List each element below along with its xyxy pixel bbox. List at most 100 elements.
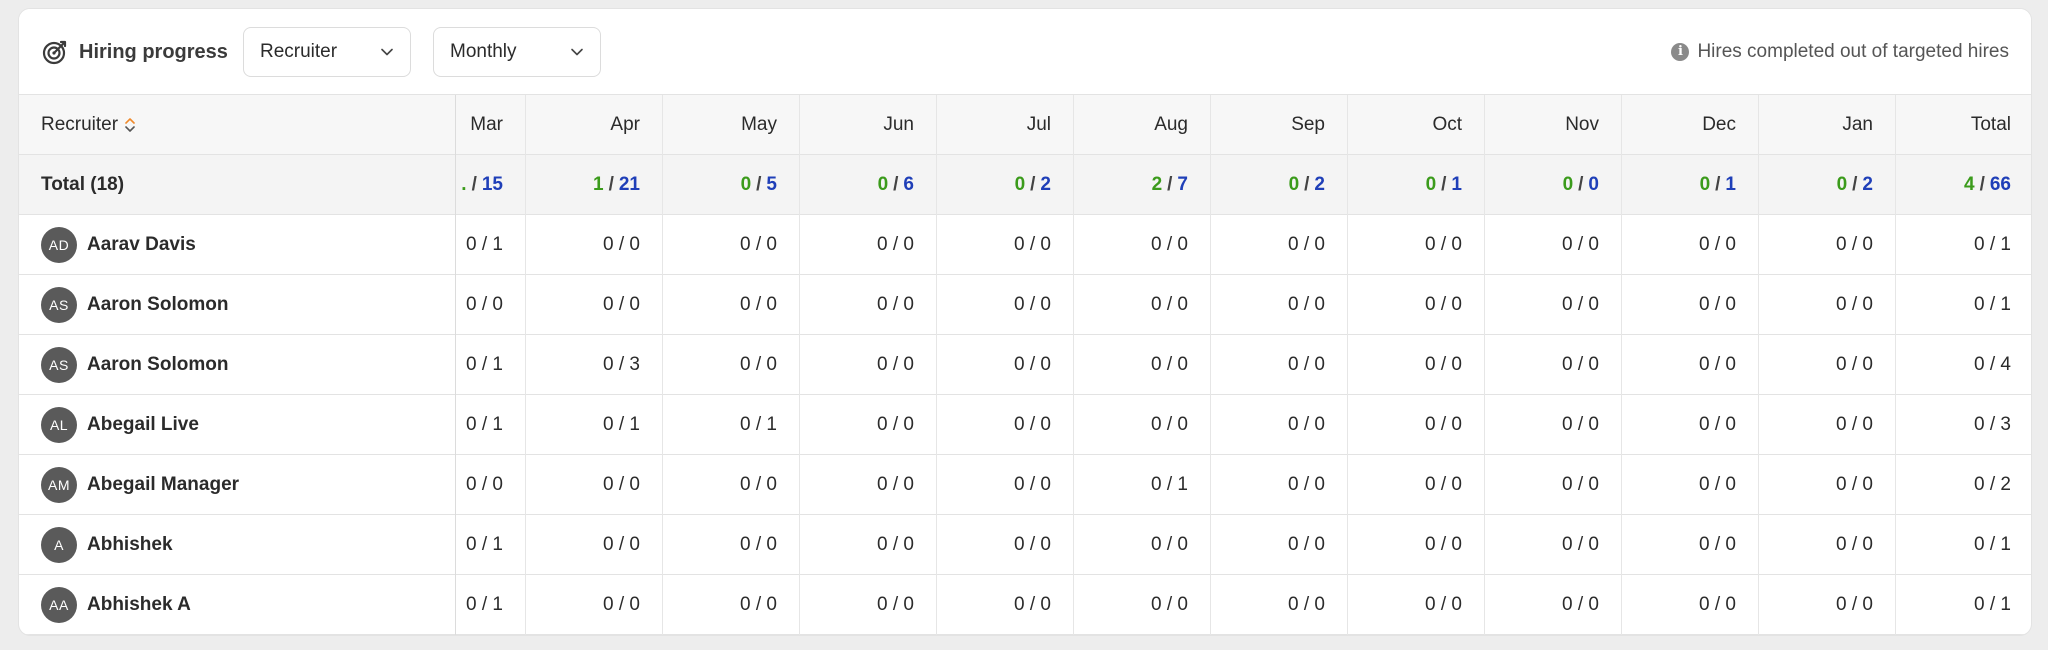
column-header-sep[interactable]: Sep [1211, 95, 1348, 155]
total-cell: 0/1 [1622, 155, 1759, 215]
total-cell: 0/2 [937, 155, 1074, 215]
value-cell: 0 / 0 [1485, 335, 1622, 395]
value-cell: 0 / 0 [800, 455, 937, 515]
period-dropdown[interactable]: Monthly [433, 27, 601, 77]
table-row[interactable]: A Abhishek 0 / 10 / 00 / 00 / 00 / 00 / 00… [19, 515, 2031, 575]
value-cell: 0 / 0 [937, 515, 1074, 575]
separator: / [756, 174, 762, 195]
recruiter-cell: AL Abegail Live [19, 395, 456, 455]
value-cell: 0 / 1 [1974, 594, 2011, 615]
value-cell: 0 / 0 [1211, 395, 1348, 455]
table-row[interactable]: AS Aaron Solomon 0 / 00 / 00 / 00 / 00 / 0… [19, 275, 2031, 335]
value-cell: 0 / 0 [1211, 215, 1348, 275]
table-row[interactable]: AL Abegail Live 0 / 10 / 10 / 10 / 00 / 00… [19, 395, 2031, 455]
table-row[interactable]: AD Aarav Davis 0 / 10 / 00 / 00 / 00 / 00 … [19, 215, 2031, 275]
recruiter: AS Aaron Solomon [41, 287, 228, 323]
widget-title-text: Hiring progress [79, 40, 228, 63]
value-cell: 0 / 0 [1485, 395, 1622, 455]
recruiter-name: Aarav Davis [87, 234, 196, 255]
value-cell: 0 / 0 [1074, 215, 1211, 275]
column-header-label: Mar [470, 114, 503, 135]
value-cell: 0 / 0 [1074, 575, 1211, 635]
value-cell: 0 / 0 [800, 575, 937, 635]
recruiter-cell: AM Abegail Manager [19, 455, 456, 515]
recruiter-column-header[interactable]: Recruiter [19, 95, 456, 155]
sort-icon[interactable] [124, 116, 136, 134]
hires-count: 0 [877, 174, 889, 195]
column-header-jun[interactable]: Jun [800, 95, 937, 155]
table-header-row: Recruiter Mar Apr May Jun Jul Aug Sep Oct Nov Dec… [19, 95, 2031, 155]
value-cell: 0 / 0 [1759, 395, 1896, 455]
value-cell: 0 / 0 [1485, 575, 1622, 635]
recruiter: A Abhishek [41, 527, 173, 563]
separator: / [1304, 174, 1310, 195]
value-cell: 0 / 0 [937, 215, 1074, 275]
column-header-total[interactable]: Total [1896, 95, 2031, 155]
value-cell: 0 / 0 [526, 215, 663, 275]
value-cell: 0 / 1 [1074, 455, 1211, 515]
column-header-aug[interactable]: Aug [1074, 95, 1211, 155]
total-row: Total (18) ./15 1/21 0/5 0/6 0/2 2/7 0/2 0/1 0/0… [19, 155, 2031, 215]
column-header-label: Jan [1842, 114, 1873, 135]
target-count: 21 [618, 174, 640, 195]
total-cell: 0/5 [663, 155, 800, 215]
recruiter-name: Abegail Live [87, 414, 199, 435]
separator: / [1852, 174, 1858, 195]
value-cell: 0 / 0 [526, 275, 663, 335]
value-cell: 0 / 0 [800, 275, 937, 335]
total-cell: 0/0 [1485, 155, 1622, 215]
value-cell: 0 / 2 [1974, 474, 2011, 495]
value-cell: 0 / 0 [1759, 515, 1896, 575]
value-cell: 0 / 0 [663, 575, 800, 635]
value-cell: 0 / 0 [1348, 215, 1485, 275]
value-cell: 0 / 0 [526, 515, 663, 575]
column-header-nov[interactable]: Nov [1485, 95, 1622, 155]
value-cell: 0 / 0 [1622, 335, 1759, 395]
value-cell: 0 / 0 [1622, 275, 1759, 335]
value-cell: 0 / 3 [526, 335, 663, 395]
hires-count: 1 [593, 174, 604, 195]
column-header-mar[interactable]: Mar [456, 95, 526, 155]
column-header-label: Jun [883, 114, 914, 135]
value-cell: 0 / 0 [1759, 215, 1896, 275]
hires-count: 2 [1151, 174, 1163, 195]
table-row[interactable]: AM Abegail Manager 0 / 00 / 00 / 00 / 00 /… [19, 455, 2031, 515]
hires-count: 0 [1288, 174, 1300, 195]
column-header-may[interactable]: May [663, 95, 800, 155]
value-cell: 0 / 0 [1348, 575, 1485, 635]
info-icon[interactable]: i [1671, 43, 1690, 61]
target-count: 2 [1314, 174, 1325, 195]
hires-count: 0 [1699, 174, 1711, 195]
total-cell: 1/21 [526, 155, 663, 215]
value-cell: 0 / 0 [456, 455, 526, 515]
target-icon [42, 40, 67, 65]
value-cell: 0 / 0 [456, 275, 526, 335]
value-cell: 0 / 0 [1074, 395, 1211, 455]
value-cell: 0 / 0 [800, 335, 937, 395]
column-header-label: Apr [610, 114, 640, 135]
recruiter-cell: AA Abhishek A [19, 575, 456, 635]
value-cell: 0 / 0 [1485, 455, 1622, 515]
value-cell: 0 / 0 [1348, 335, 1485, 395]
value-cell: 0 / 0 [1485, 515, 1622, 575]
separator: / [1715, 174, 1721, 195]
table-row[interactable]: AA Abhishek A0 / 10 / 00 / 00 / 00 / 00 /… [19, 575, 2031, 635]
group-by-dropdown[interactable]: Recruiter [243, 27, 411, 77]
recruiter: AL Abegail Live [41, 407, 199, 443]
hires-count: 0 [740, 174, 752, 195]
column-header-oct[interactable]: Oct [1348, 95, 1485, 155]
column-header-jul[interactable]: Jul [937, 95, 1074, 155]
column-header-jan[interactable]: Jan [1759, 95, 1896, 155]
hires-count: 0 [1562, 174, 1574, 195]
value-cell: 0 / 0 [1759, 575, 1896, 635]
column-header-apr[interactable]: Apr [526, 95, 663, 155]
value-cell: 0 / 0 [937, 395, 1074, 455]
target-count: 0 [1588, 174, 1599, 195]
target-count: 1 [1451, 174, 1462, 195]
column-header-dec[interactable]: Dec [1622, 95, 1759, 155]
table-row[interactable]: AS Aaron Solomon 0 / 10 / 30 / 00 / 00 / 0… [19, 335, 2031, 395]
value-cell: 0 / 1 [663, 395, 800, 455]
value-cell: 0 / 0 [663, 335, 800, 395]
separator: / [1441, 174, 1447, 195]
value-cell: 0 / 0 [663, 455, 800, 515]
